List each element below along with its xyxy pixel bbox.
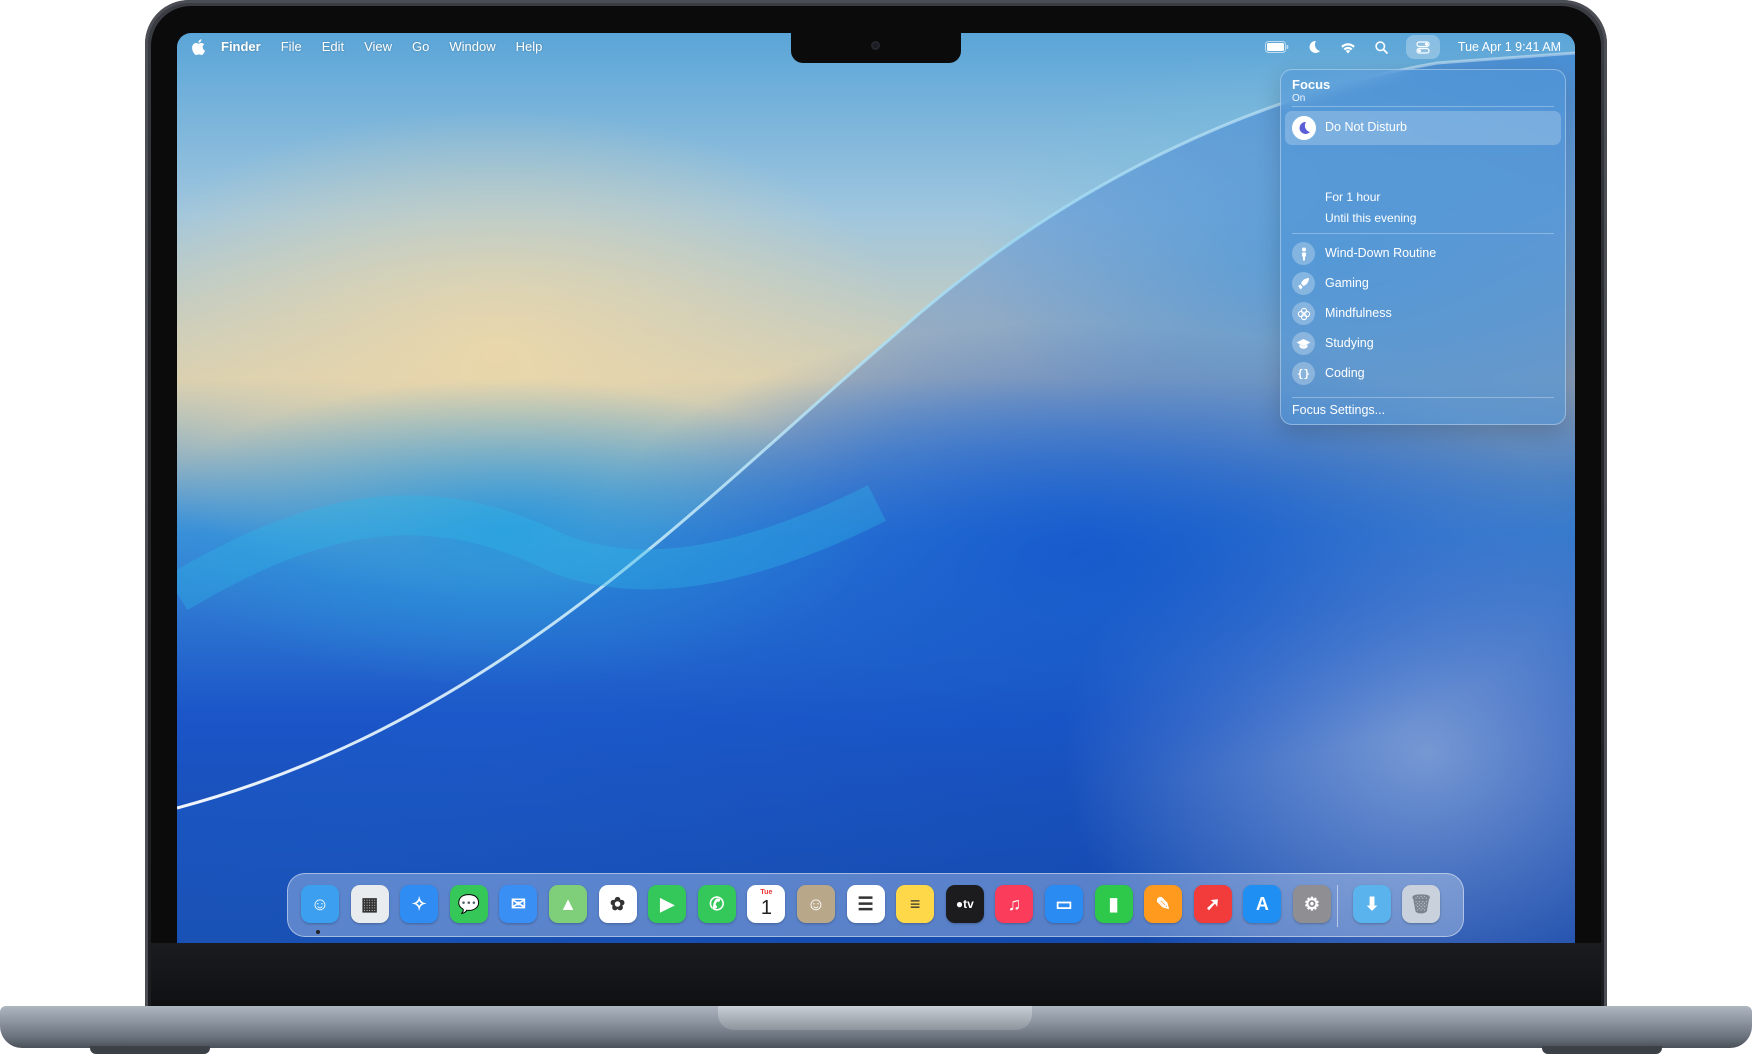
divider — [1292, 233, 1554, 234]
calendar-day: 1 — [760, 897, 772, 919]
person-icon — [1292, 242, 1315, 265]
focus-title: Focus — [1292, 77, 1331, 92]
focus-panel: Focus On Do Not Disturb For 1 hour Until… — [1280, 69, 1566, 425]
contacts-icon[interactable]: ☺ — [797, 885, 835, 923]
tv-icon[interactable]: ●tv — [945, 885, 984, 923]
focus-mode-gaming[interactable]: Gaming — [1292, 271, 1554, 295]
do-not-disturb-toggle[interactable]: Do Not Disturb — [1285, 111, 1561, 145]
search-icon[interactable] — [1375, 33, 1388, 61]
focus-mode-label: Wind-Down Routine — [1325, 246, 1437, 260]
focus-status: On — [1292, 93, 1306, 104]
moon-icon[interactable] — [1307, 33, 1321, 61]
maps-icon[interactable]: ▲ — [549, 885, 587, 923]
pages-icon[interactable]: ✎ — [1144, 885, 1183, 923]
menu-app-name[interactable]: Finder — [211, 33, 271, 61]
duration-option[interactable]: Until this evening — [1325, 211, 1416, 225]
notes-icon[interactable]: ≡ — [896, 885, 935, 923]
menu-window[interactable]: Window — [439, 33, 505, 61]
focus-mode-wind-down[interactable]: Wind-Down Routine — [1292, 241, 1554, 265]
rocket-app-icon[interactable]: ➚ — [1193, 885, 1232, 923]
settings-gear-icon[interactable]: ⚙ — [1293, 885, 1331, 923]
mail-icon[interactable]: ✉ — [499, 885, 538, 923]
focus-settings-link[interactable]: Focus Settings... — [1292, 403, 1385, 417]
focus-mode-mindfulness[interactable]: Mindfulness — [1292, 301, 1554, 325]
apple-logo-icon[interactable] — [191, 39, 205, 55]
wifi-icon[interactable] — [1339, 33, 1357, 61]
rocket-icon — [1292, 272, 1315, 295]
battery-icon[interactable] — [1264, 33, 1289, 61]
app-store-icon[interactable]: A — [1243, 885, 1282, 923]
dock-divider — [1337, 885, 1338, 927]
menu-file[interactable]: File — [271, 33, 312, 61]
laptop-chin — [151, 943, 1601, 1006]
moon-icon — [1292, 116, 1316, 140]
menu-help[interactable]: Help — [506, 33, 553, 61]
flower-icon — [1292, 302, 1315, 325]
launchpad-icon[interactable]: ▦ — [350, 885, 389, 923]
trash-icon[interactable]: 🗑 — [1402, 885, 1440, 923]
menu-edit[interactable]: Edit — [312, 33, 354, 61]
trackpad-notch — [718, 1006, 1032, 1030]
focus-mode-label: Coding — [1325, 366, 1365, 380]
laptop-foot — [1542, 1046, 1662, 1054]
divider — [1292, 106, 1554, 107]
menu-go[interactable]: Go — [402, 33, 439, 61]
dock: ☺ ▦ ✧ 💬 ✉ ▲ ✿ ▶ ✆ Tue 1 ☺ ☰ ≡ ●tv ♫ ▭ ▮ ✎ ➚ A ⚙ ⬇ 🗑 — [287, 873, 1464, 937]
photos-icon[interactable]: ✿ — [598, 885, 637, 923]
downloads-folder-icon[interactable]: ⬇ — [1353, 885, 1391, 923]
control-center-icon[interactable] — [1405, 35, 1440, 59]
messages-icon[interactable]: 💬 — [449, 885, 488, 923]
graduation-cap-icon — [1292, 332, 1315, 355]
finder-icon[interactable]: ☺ — [301, 885, 339, 923]
phone-icon[interactable]: ✆ — [697, 885, 736, 923]
duration-option[interactable]: For 1 hour — [1325, 190, 1380, 204]
keynote-icon[interactable]: ▭ — [1045, 885, 1083, 923]
camera-notch — [791, 33, 961, 63]
music-icon[interactable]: ♫ — [995, 885, 1034, 923]
facetime-icon[interactable]: ▶ — [648, 885, 687, 923]
laptop-foot — [90, 1046, 210, 1054]
camera-icon — [871, 41, 880, 50]
running-indicator — [316, 930, 320, 934]
calendar-icon[interactable]: Tue 1 — [747, 885, 786, 923]
desktop[interactable]: Finder File Edit View Go Window Help Tue… — [177, 33, 1575, 943]
calendar-weekday: Tue — [760, 889, 773, 896]
reminders-icon[interactable]: ☰ — [846, 885, 885, 923]
safari-icon[interactable]: ✧ — [400, 885, 439, 923]
focus-mode-label: Gaming — [1325, 276, 1369, 290]
focus-mode-label: Studying — [1325, 336, 1374, 350]
divider — [1292, 397, 1554, 398]
focus-mode-coding[interactable]: {} Coding — [1292, 361, 1554, 385]
do-not-disturb-label: Do Not Disturb — [1325, 120, 1407, 134]
menu-clock[interactable]: Tue Apr 1 9:41 AM — [1458, 40, 1561, 54]
numbers-icon[interactable]: ▮ — [1094, 885, 1133, 923]
focus-mode-studying[interactable]: Studying — [1292, 331, 1554, 355]
focus-mode-label: Mindfulness — [1325, 306, 1392, 320]
braces-icon: {} — [1292, 362, 1315, 385]
menu-view[interactable]: View — [354, 33, 402, 61]
